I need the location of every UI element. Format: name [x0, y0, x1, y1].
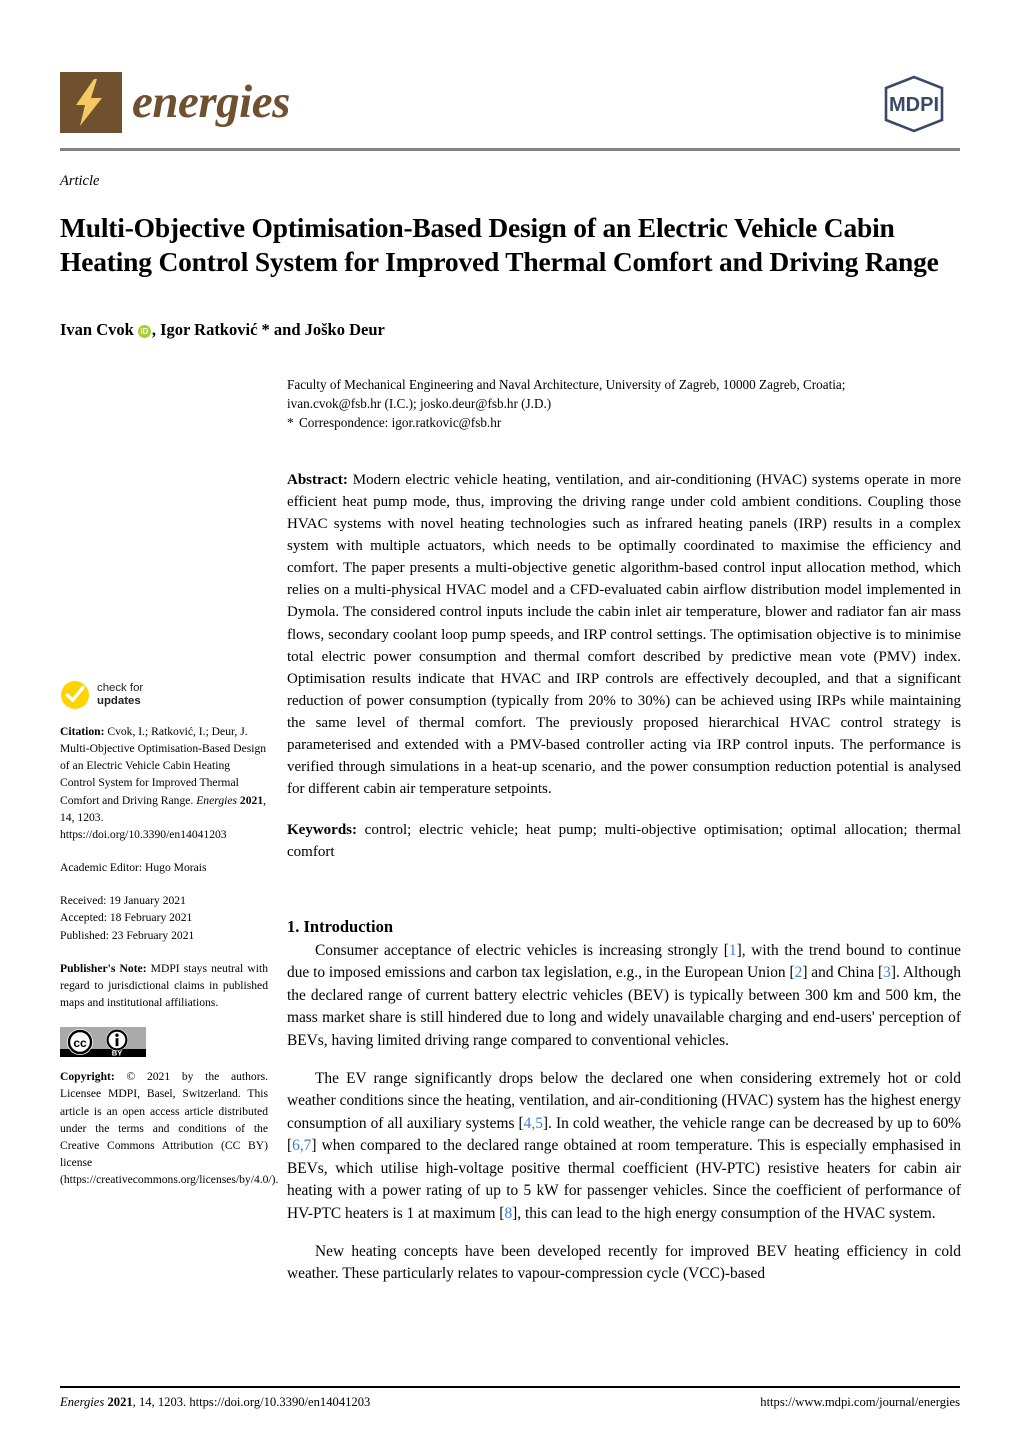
- affiliation-line-1: Faculty of Mechanical Engineering and Na…: [287, 377, 846, 392]
- author-list: Ivan Cvok iD, Igor Ratković * and Joško D…: [60, 320, 385, 340]
- citation-year: 2021: [239, 793, 264, 807]
- journal-name: energies: [132, 76, 290, 128]
- section-heading-introduction: 1. Introduction: [287, 917, 394, 936]
- copyright-block: Copyright: © 2021 by the authors. Licens…: [60, 1068, 278, 1188]
- copyright-label: Copyright:: [60, 1070, 115, 1084]
- intro-p2-part-d: ], this can lead to the high energy cons…: [512, 1204, 936, 1222]
- footer-divider: [60, 1386, 960, 1388]
- citation-journal: Energies: [196, 793, 238, 807]
- correspondence-line: * Correspondence: igor.ratkovic@fsb.hr: [287, 414, 961, 433]
- published-date: Published: 23 February 2021: [60, 928, 195, 942]
- journal-logo: energies: [60, 72, 290, 133]
- affiliation-block: Faculty of Mechanical Engineering and Na…: [287, 376, 961, 433]
- citation-label: Citation:: [60, 725, 105, 738]
- citation-ref-8[interactable]: 8: [504, 1205, 512, 1222]
- publisher-note: Publisher's Note: MDPI stays neutral wit…: [60, 960, 268, 1011]
- intro-p1-part-a: Consumer acceptance of electric vehicles…: [315, 942, 729, 959]
- footer-journal: Energies: [60, 1395, 105, 1409]
- svg-text:MDPI: MDPI: [889, 94, 939, 116]
- article-type-label: Article: [60, 173, 100, 189]
- footer-journal-url[interactable]: https://www.mdpi.com/journal/energies: [760, 1395, 960, 1410]
- page-title: Multi-Objective Optimisation-Based Desig…: [60, 212, 939, 278]
- page-header: energies MDPI: [60, 72, 960, 150]
- abstract-text: Modern electric vehicle heating, ventila…: [287, 472, 961, 797]
- lightning-bolt-icon: [60, 72, 122, 133]
- abstract-block: Abstract: Modern electric vehicle heatin…: [287, 469, 961, 800]
- affiliation-line-2: ivan.cvok@fsb.hr (I.C.); josko.deur@fsb.…: [287, 395, 552, 411]
- copyright-text: © 2021 by the authors. Licensee MDPI, Ba…: [60, 1070, 279, 1187]
- citation-ref-6-7[interactable]: 6,7: [292, 1137, 311, 1154]
- intro-paragraph-1: Consumer acceptance of electric vehicles…: [287, 940, 961, 1052]
- mdpi-logo: MDPI: [868, 74, 960, 134]
- header-divider: [60, 148, 960, 151]
- keywords-block: Keywords: control; electric vehicle; hea…: [287, 819, 961, 863]
- sidebar-column: check for updates Citation: Cvok, I.; Ra…: [60, 680, 278, 1204]
- abstract-label: Abstract:: [287, 472, 348, 489]
- citation-block: Citation: Cvok, I.; Ratković, I.; Deur, …: [60, 723, 268, 843]
- keywords-label: Keywords:: [287, 821, 357, 838]
- citation-ref-1[interactable]: 1: [729, 942, 737, 959]
- correspondence-text: Correspondence: igor.ratkovic@fsb.hr: [299, 415, 502, 431]
- correspondence-marker: *: [287, 415, 294, 431]
- svg-text:BY: BY: [112, 1049, 122, 1058]
- check-circle-icon: [61, 681, 89, 709]
- intro-p1-part-c: ] and China [: [802, 964, 884, 982]
- orcid-icon[interactable]: iD: [137, 325, 151, 338]
- academic-editor: Academic Editor: Hugo Morais: [60, 861, 207, 875]
- paper-page: energies MDPI Article Multi-Objective Op…: [0, 0, 1020, 1442]
- intro-paragraph-2: The EV range significantly drops below t…: [287, 1068, 961, 1225]
- footer-year: 2021: [107, 1395, 133, 1409]
- author-rest: , Igor Ratković * and Joško Deur: [151, 320, 385, 339]
- keywords-text: control; electric vehicle; heat pump; mu…: [287, 821, 961, 860]
- footer-doi: , 14, 1203. https://doi.org/10.3390/en14…: [132, 1395, 371, 1409]
- citation-ref-4-5[interactable]: 4,5: [524, 1115, 543, 1132]
- dates-block: Received: 19 January 2021 Accepted: 18 F…: [60, 892, 268, 943]
- cfu-line-2: updates: [97, 695, 141, 707]
- check-for-updates-badge[interactable]: check for updates: [60, 680, 268, 710]
- intro-paragraph-3: New heating concepts have been developed…: [287, 1242, 961, 1283]
- author-first: Ivan Cvok: [60, 320, 134, 339]
- cfu-line-1: check for: [97, 681, 144, 694]
- accepted-date: Accepted: 18 February 2021: [60, 911, 193, 925]
- publisher-note-label: Publisher's Note:: [60, 961, 147, 975]
- check-for-updates-label: check for updates: [97, 682, 143, 709]
- svg-text:cc: cc: [73, 1036, 87, 1050]
- main-column: Faculty of Mechanical Engineering and Na…: [287, 376, 961, 1301]
- creative-commons-icon[interactable]: cc BY: [60, 1027, 146, 1058]
- footer-citation: Energies 2021, 14, 1203. https://doi.org…: [60, 1395, 370, 1410]
- received-date: Received: 19 January 2021: [60, 894, 186, 908]
- page-footer: Energies 2021, 14, 1203. https://doi.org…: [60, 1395, 960, 1410]
- citation-ref-3[interactable]: 3: [883, 964, 891, 981]
